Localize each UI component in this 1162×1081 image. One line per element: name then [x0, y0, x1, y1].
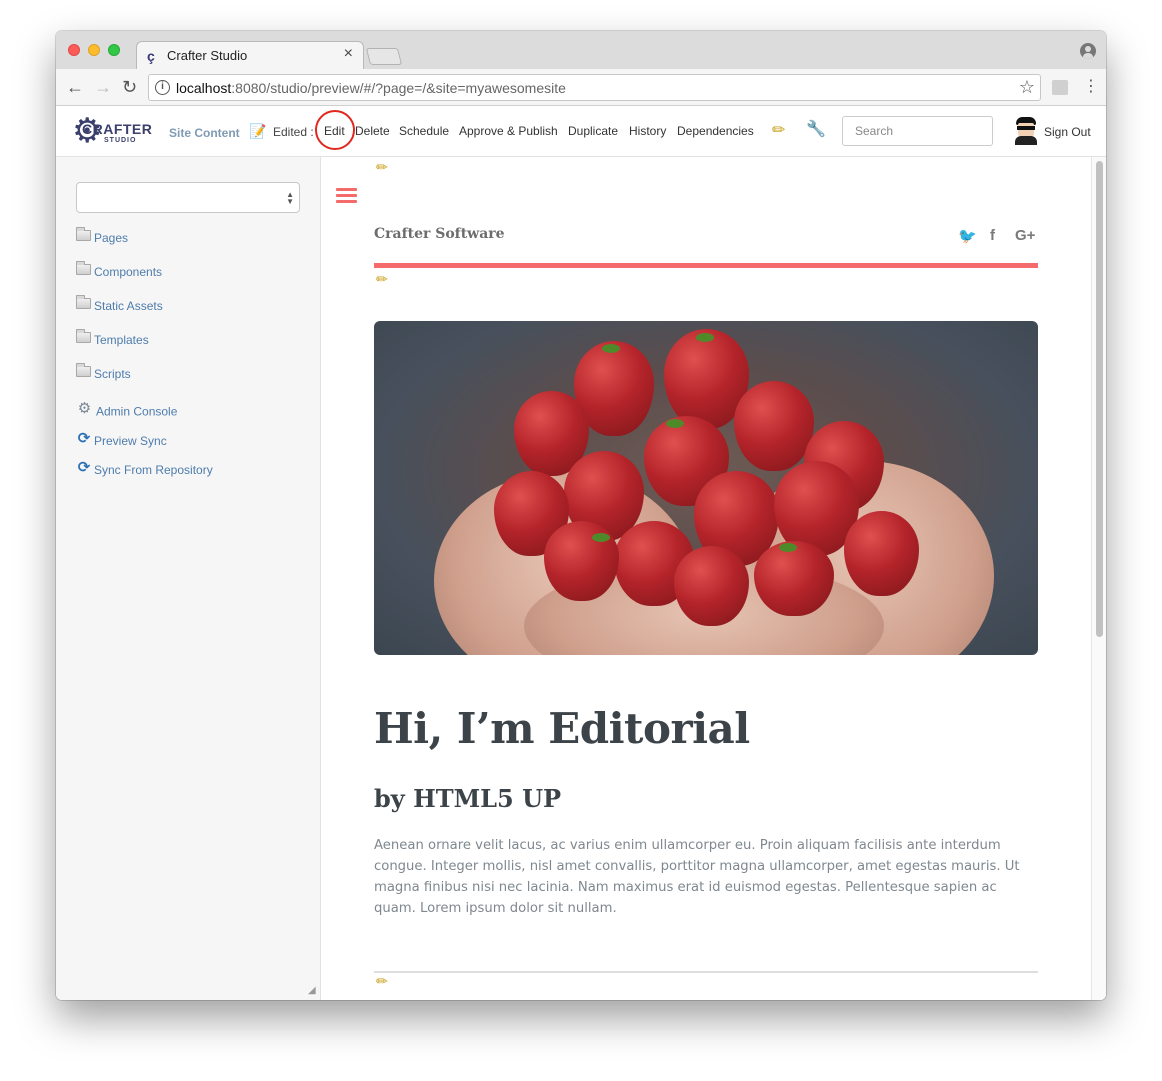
- extension-icon[interactable]: [1052, 80, 1068, 95]
- preview-frame: ✏ Crafter Software 🐦 f G+ ✏ Hi, I’m Edit…: [322, 157, 1106, 1000]
- sync-icon: ⟳: [77, 430, 91, 447]
- sidebar-item-label: Preview Sync: [94, 434, 167, 448]
- sidebar-item-label: Components: [94, 264, 163, 279]
- page-title: Hi, I’m Editorial: [374, 704, 750, 753]
- body-paragraph: Aenean ornare velit lacus, ac varius eni…: [374, 838, 1020, 916]
- facebook-icon[interactable]: f: [990, 227, 995, 244]
- ice-pencil-icon[interactable]: ✏: [376, 973, 388, 990]
- profile-icon[interactable]: [1080, 43, 1096, 59]
- folder-icon: [76, 363, 91, 378]
- google-plus-icon[interactable]: G+: [1015, 227, 1035, 244]
- sidebar-item-label: Sync From Repository: [94, 463, 213, 477]
- wrench-icon[interactable]: 🔧: [806, 119, 826, 139]
- sidebar-item-templates[interactable]: Templates: [76, 329, 149, 350]
- address-bar[interactable]: i localhost:8080/studio/preview/#/?page=…: [148, 74, 1041, 101]
- in-context-edit-pencil-icon[interactable]: ✏: [772, 120, 785, 140]
- info-icon[interactable]: i: [155, 80, 170, 95]
- hamburger-menu-icon[interactable]: [336, 188, 357, 204]
- sidebar-item-preview-sync[interactable]: ⟳ Preview Sync: [76, 430, 167, 451]
- delete-action[interactable]: Delete: [355, 124, 390, 138]
- sidebar-item-components[interactable]: Components: [76, 261, 163, 282]
- history-action[interactable]: History: [629, 124, 666, 138]
- gear-icon: ⚙: [77, 400, 92, 417]
- ice-pencil-icon[interactable]: ✏: [376, 159, 388, 176]
- browser-toolbar: ← → ↻ i localhost:8080/studio/preview/#/…: [56, 69, 1106, 106]
- search-input[interactable]: [842, 116, 993, 146]
- sidebar-item-label: Pages: [94, 230, 129, 245]
- tab-close-icon[interactable]: ×: [344, 45, 353, 63]
- tab-title: Crafter Studio: [167, 48, 248, 63]
- sidebar-item-label: Static Assets: [94, 298, 163, 313]
- folder-icon: [76, 329, 91, 344]
- crafter-logo[interactable]: ⚙ CRAFTER STUDIO: [72, 111, 152, 151]
- sidebar-item-static-assets[interactable]: Static Assets: [76, 295, 163, 316]
- sidebar-item-admin-console[interactable]: ⚙ Admin Console: [76, 400, 178, 421]
- site-brand[interactable]: Crafter Software: [374, 226, 505, 242]
- section-divider: [374, 971, 1038, 973]
- browser-window: ç Crafter Studio × ← → ↻ i localhost:808…: [56, 31, 1106, 1000]
- folder-icon: [76, 295, 91, 310]
- select-arrows-icon: ▲ ▼: [286, 190, 294, 206]
- folder-icon: [76, 227, 91, 242]
- folder-icon: [76, 261, 91, 276]
- bookmark-star-icon[interactable]: ☆: [1019, 77, 1035, 98]
- close-window-button[interactable]: [68, 44, 80, 56]
- tab-strip: ç Crafter Studio ×: [56, 31, 1106, 70]
- sync-icon: ⟳: [77, 459, 91, 476]
- user-avatar-icon[interactable]: [1013, 117, 1039, 145]
- sign-out-link[interactable]: Sign Out: [1044, 125, 1091, 139]
- dependencies-action[interactable]: Dependencies: [677, 124, 754, 138]
- sidebar-item-label: Templates: [94, 332, 149, 347]
- scrollbar-thumb[interactable]: [1096, 161, 1103, 637]
- page-byline: by HTML5 UP: [374, 784, 562, 813]
- minimize-window-button[interactable]: [88, 44, 100, 56]
- forward-arrow-icon[interactable]: →: [94, 77, 112, 97]
- sidebar-item-sync-from-repository[interactable]: ⟳ Sync From Repository: [76, 459, 213, 480]
- sidebar-item-scripts[interactable]: Scripts: [76, 363, 131, 384]
- banner-image: [374, 321, 1038, 655]
- studio-toolbar: ⚙ CRAFTER STUDIO Site Content 📝 Edited :…: [56, 107, 1106, 157]
- resize-grip-icon[interactable]: ◢: [308, 985, 316, 996]
- url-text[interactable]: localhost:8080/studio/preview/#/?page=/&…: [176, 80, 566, 96]
- browser-menu-icon[interactable]: ⋮: [1083, 77, 1099, 97]
- approve-publish-action[interactable]: Approve & Publish: [459, 124, 558, 138]
- edited-pencil-icon: 📝: [249, 123, 267, 139]
- edit-highlight-circle: [315, 110, 355, 150]
- sidebar-item-label: Admin Console: [96, 404, 178, 419]
- schedule-action[interactable]: Schedule: [399, 124, 449, 138]
- duplicate-action[interactable]: Duplicate: [568, 124, 618, 138]
- browser-tab[interactable]: ç Crafter Studio ×: [136, 41, 364, 70]
- reload-icon[interactable]: ↻: [122, 77, 137, 97]
- maximize-window-button[interactable]: [108, 44, 120, 56]
- preview-scrollbar[interactable]: [1091, 157, 1106, 1000]
- site-content-button[interactable]: Site Content: [169, 126, 240, 140]
- ice-pencil-icon[interactable]: ✏: [376, 271, 388, 288]
- edited-label: Edited :: [273, 125, 314, 139]
- site-dropdown[interactable]: ▲ ▼: [76, 182, 300, 213]
- sidebar: ▲ ▼ Pages Components Static Assets Templa…: [56, 157, 321, 1000]
- logo-text: CRAFTER: [82, 121, 153, 137]
- back-arrow-icon[interactable]: ←: [66, 77, 84, 97]
- header-divider: [374, 263, 1038, 268]
- logo-subtext: STUDIO: [104, 137, 137, 144]
- sidebar-item-pages[interactable]: Pages: [76, 227, 129, 248]
- new-tab-button[interactable]: [365, 48, 403, 65]
- sidebar-item-label: Scripts: [94, 366, 131, 381]
- crafter-favicon-icon: ç: [147, 48, 155, 64]
- twitter-icon[interactable]: 🐦: [958, 227, 977, 245]
